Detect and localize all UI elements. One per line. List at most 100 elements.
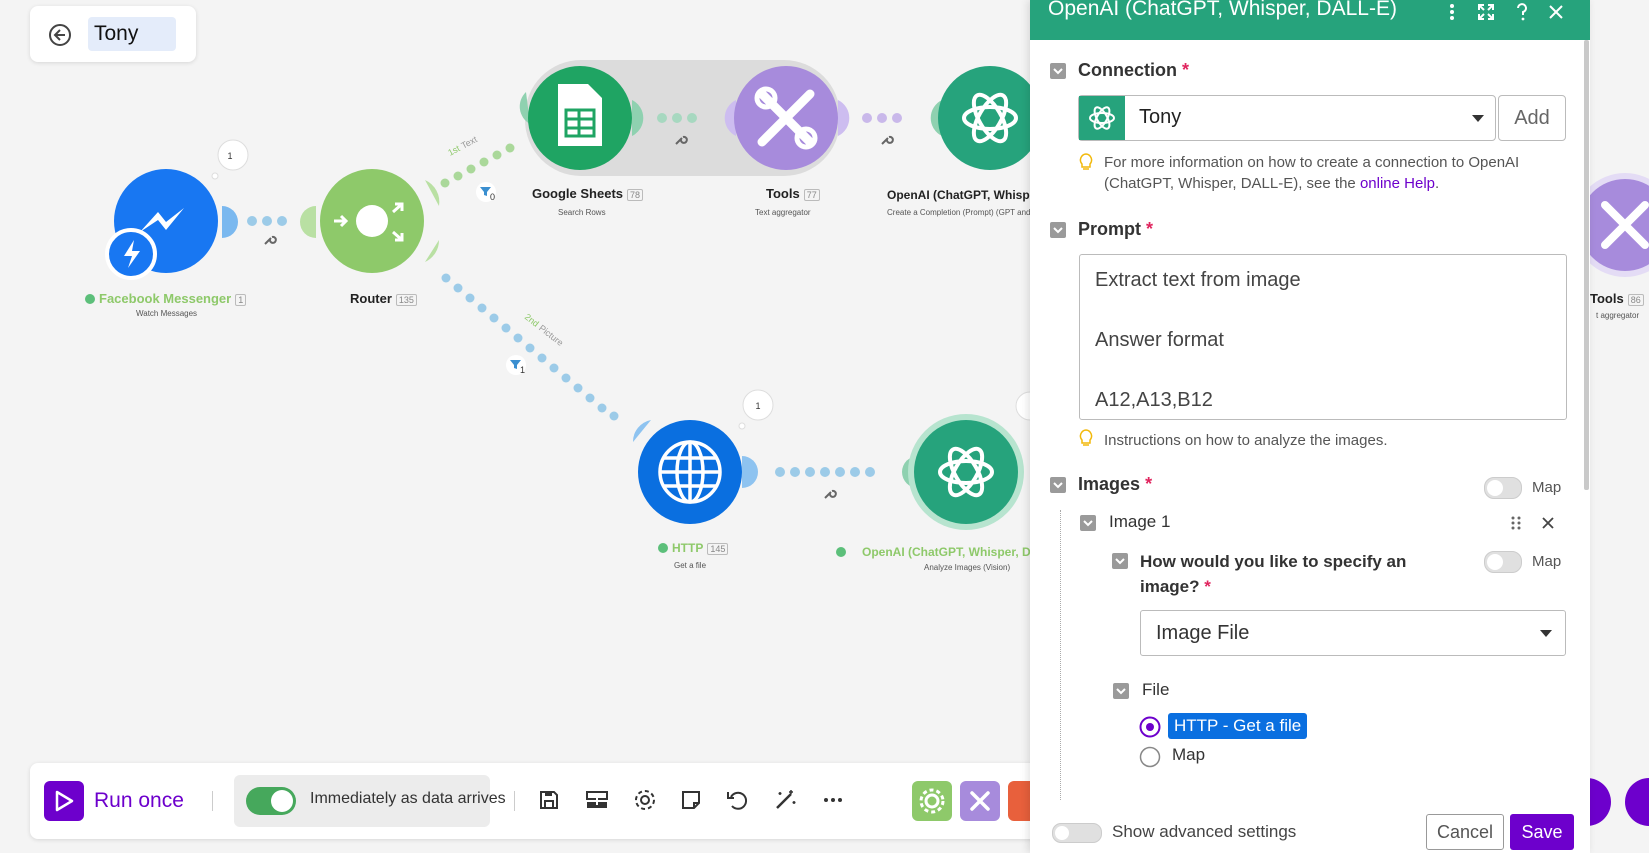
- specify-collapse-checkbox[interactable]: [1112, 553, 1128, 569]
- module-openai-completion[interactable]: [930, 66, 1040, 170]
- scenario-name-card: Tony: [30, 6, 196, 62]
- wrench-icon[interactable]: [881, 135, 894, 145]
- module-settings-panel: OpenAI (ChatGPT, Whisper, DALL-E) Connec…: [1030, 0, 1590, 853]
- specify-map-label: Map: [1532, 553, 1562, 570]
- prompt-collapse-checkbox[interactable]: [1050, 222, 1066, 238]
- module-facebook-messenger[interactable]: [105, 169, 238, 280]
- save-icon[interactable]: [534, 785, 564, 815]
- magic-wand-icon[interactable]: [770, 785, 800, 815]
- lightbulb-icon: [1079, 153, 1093, 170]
- module-http[interactable]: [632, 420, 758, 524]
- advanced-settings-label: Show advanced settings: [1112, 822, 1297, 841]
- connector-messenger-router[interactable]: [247, 216, 287, 226]
- connector-route-2[interactable]: [441, 273, 619, 421]
- connection-label: Connection *: [1078, 60, 1190, 80]
- schedule-toggle[interactable]: [246, 787, 296, 815]
- chevron-down-icon: [1053, 68, 1063, 75]
- run-once-button[interactable]: Run once: [44, 781, 184, 821]
- images-collapse-checkbox[interactable]: [1050, 477, 1066, 493]
- svg-text:1: 1: [520, 365, 525, 375]
- advanced-settings-toggle[interactable]: [1052, 823, 1102, 843]
- tools-gear-button[interactable]: [912, 781, 952, 821]
- svg-text:1: 1: [755, 401, 760, 411]
- prompt-help-text: Instructions on how to analyze the image…: [1104, 432, 1388, 449]
- success-icon: [658, 543, 668, 553]
- images-map-label: Map: [1532, 479, 1562, 496]
- scenario-name-input[interactable]: Tony: [88, 17, 176, 51]
- connection-value: Tony: [1139, 106, 1182, 128]
- connection-help-text: For more information on how to create a …: [1104, 154, 1520, 192]
- file-label: File: [1142, 680, 1170, 699]
- panel-scrollbar[interactable]: [1584, 40, 1589, 490]
- specify-map-toggle[interactable]: [1484, 551, 1522, 573]
- add-connection-button[interactable]: Add: [1498, 95, 1566, 141]
- online-help-link[interactable]: online Help: [1360, 175, 1435, 192]
- image-source-value: Image File: [1156, 622, 1250, 644]
- auto-align-icon[interactable]: [582, 785, 612, 815]
- tools2-title: Tools 86: [1590, 291, 1644, 306]
- route-1-label: 1stText: [446, 134, 479, 158]
- radio-unselected[interactable]: [1139, 746, 1161, 768]
- radio-selected[interactable]: [1139, 716, 1161, 738]
- tools-button[interactable]: [960, 781, 1000, 821]
- prompt-label: Prompt *: [1078, 219, 1154, 239]
- svg-text:0: 0: [490, 192, 495, 202]
- scenario-canvas[interactable]: 1stText 2ndPicture 0 1 1 1: [0, 0, 1040, 760]
- file-collapse-checkbox[interactable]: [1113, 683, 1129, 699]
- tools-subtitle: Text aggregator: [755, 208, 811, 217]
- more-icon[interactable]: [818, 785, 848, 815]
- schedule-setting[interactable]: Immediately as data arrives: [234, 775, 506, 827]
- kebab-menu-icon[interactable]: [1442, 2, 1462, 22]
- chevron-down-icon: [1116, 688, 1126, 695]
- user-avatar[interactable]: [1625, 778, 1649, 826]
- tools-title: Tools 77: [766, 186, 820, 201]
- module-router[interactable]: [300, 169, 440, 273]
- specify-image-label: How would you like to specify an image? …: [1140, 552, 1407, 596]
- tools-icon: [970, 791, 990, 811]
- remove-item-icon[interactable]: [1542, 517, 1554, 529]
- openai-vision-title: OpenAI (ChatGPT, Whisper, D: [836, 545, 1031, 559]
- panel-header: OpenAI (ChatGPT, Whisper, DALL-E): [1030, 0, 1590, 40]
- cancel-button[interactable]: Cancel: [1426, 814, 1504, 850]
- openai-completion-subtitle: Create a Completion (Prompt) (GPT and: [887, 208, 1031, 217]
- bottom-toolbar: Run once Immediately as data arrives: [30, 763, 1040, 839]
- connector-http-openai[interactable]: [775, 467, 875, 477]
- prompt-textarea[interactable]: Extract text from image Answer format A1…: [1079, 254, 1567, 420]
- svg-text:1: 1: [227, 151, 232, 161]
- save-button[interactable]: Save: [1510, 814, 1574, 850]
- settings-icon[interactable]: [630, 785, 660, 815]
- sheets-subtitle: Search Rows: [558, 208, 606, 217]
- openai-vision-subtitle: Analyze Images (Vision): [924, 563, 1011, 572]
- images-map-toggle[interactable]: [1484, 477, 1522, 499]
- image-1-collapse-checkbox[interactable]: [1080, 515, 1096, 531]
- image-1-label: Image 1: [1109, 512, 1171, 531]
- panel-title: OpenAI (ChatGPT, Whisper, DALL-E): [1048, 0, 1397, 20]
- connection-select[interactable]: Tony: [1078, 95, 1496, 141]
- notes-icon[interactable]: [676, 785, 706, 815]
- option-http-get-file[interactable]: HTTP - Get a file: [1168, 713, 1308, 739]
- route-2-label: 2ndPicture: [523, 312, 565, 348]
- chevron-down-icon: [1053, 482, 1063, 489]
- undo-icon[interactable]: [722, 785, 752, 815]
- openai-logo-icon: [1079, 96, 1125, 140]
- help-icon[interactable]: [1512, 2, 1532, 22]
- play-icon: [44, 781, 84, 821]
- messenger-title: Facebook Messenger 1: [85, 291, 247, 306]
- expand-icon[interactable]: [1476, 2, 1496, 22]
- dropdown-arrow-icon: [1540, 630, 1552, 637]
- back-arrow-icon[interactable]: [48, 23, 72, 47]
- tree-guide: [1060, 510, 1062, 800]
- wrench-icon[interactable]: [824, 489, 837, 499]
- messenger-subtitle: Watch Messages: [136, 309, 198, 318]
- option-map[interactable]: Map: [1172, 745, 1205, 765]
- chevron-down-icon: [1115, 558, 1125, 565]
- connection-collapse-checkbox[interactable]: [1050, 63, 1066, 79]
- panel-footer: Show advanced settings Cancel Save: [1030, 800, 1590, 853]
- drag-handle-icon[interactable]: [1510, 515, 1522, 531]
- close-icon[interactable]: [1546, 2, 1566, 22]
- image-source-select[interactable]: Image File: [1140, 610, 1566, 656]
- images-label: Images *: [1078, 474, 1153, 494]
- module-openai-vision[interactable]: [902, 391, 1040, 530]
- tools2-subtitle: t aggregator: [1596, 311, 1640, 320]
- wrench-icon[interactable]: [264, 235, 277, 245]
